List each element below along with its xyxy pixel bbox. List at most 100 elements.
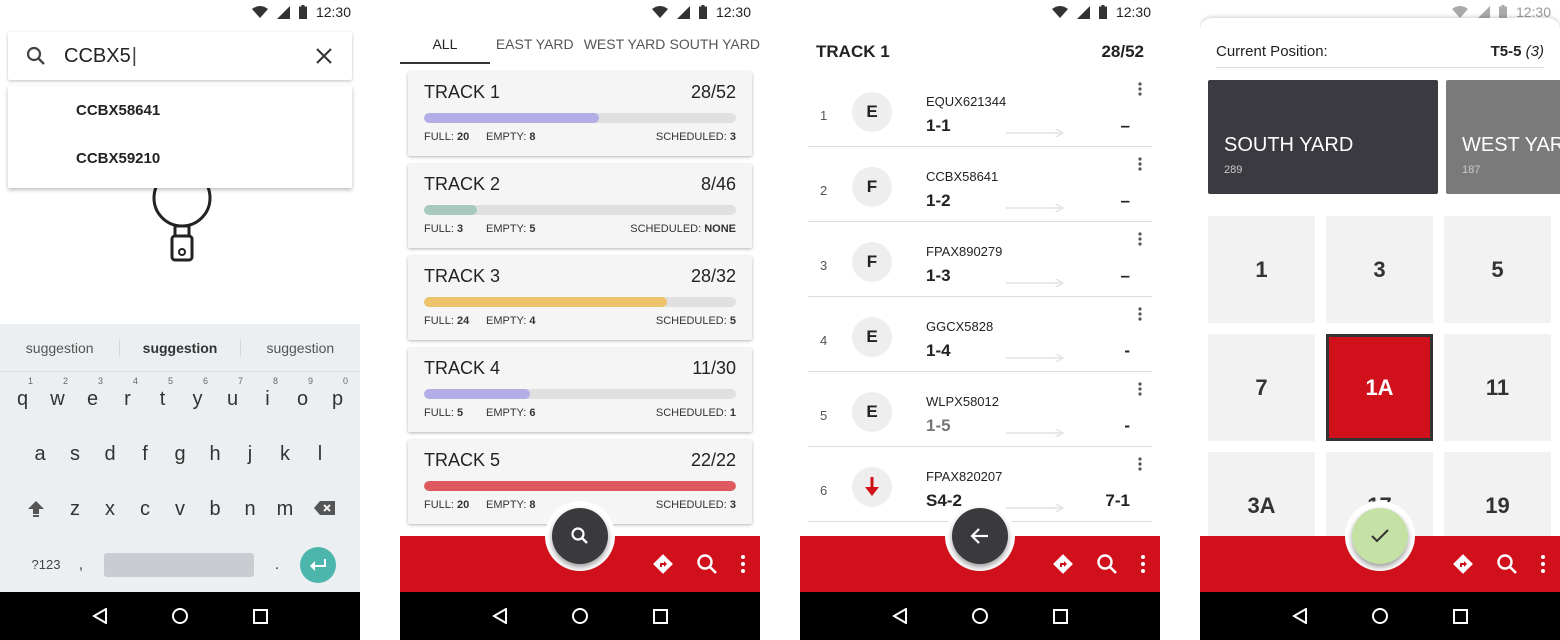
key-r[interactable]: 4r	[110, 376, 145, 411]
home-nav-icon[interactable]	[571, 607, 589, 625]
keyboard-suggestion[interactable]: suggestion	[241, 340, 360, 356]
car-row[interactable]: 5 E WLPX58012 1-5 -	[808, 372, 1152, 447]
capacity-bar	[424, 113, 736, 123]
track-card[interactable]: TRACK 3 28/32 FULL: 24 EMPTY: 4 SCHEDULED: 5	[408, 256, 752, 340]
back-nav-icon[interactable]	[891, 608, 908, 624]
clear-search-button[interactable]	[296, 48, 352, 64]
search-input[interactable]: CCBX5	[64, 45, 296, 68]
more-vert-icon[interactable]	[1140, 554, 1146, 574]
recents-nav-icon[interactable]	[1053, 608, 1069, 624]
confirm-fab[interactable]	[1352, 508, 1408, 564]
key-y[interactable]: 6y	[180, 376, 215, 411]
key-j[interactable]: j	[233, 443, 268, 466]
directions-icon[interactable]	[1052, 553, 1074, 575]
car-row[interactable]: 1 E EQUX621344 1-1 –	[808, 72, 1152, 147]
keyboard-suggestion[interactable]: suggestion	[0, 340, 119, 356]
key-a[interactable]: a	[23, 443, 58, 466]
key-i[interactable]: 8i	[250, 376, 285, 411]
home-nav-icon[interactable]	[1371, 607, 1389, 625]
more-vert-icon[interactable]	[1138, 307, 1142, 326]
tab-south-yard[interactable]: SOUTH YARD	[669, 24, 760, 64]
track-card[interactable]: TRACK 4 11/30 FULL: 5 EMPTY: 6 SCHEDULED: 1	[408, 348, 752, 432]
track-card[interactable]: TRACK 1 28/52 FULL: 20 EMPTY: 8 SCHEDULED: 3	[408, 72, 752, 156]
signal-icon	[1076, 5, 1090, 19]
more-vert-icon[interactable]	[740, 554, 746, 574]
full-stat: FULL: 24	[424, 315, 470, 327]
car-row[interactable]: 3 F FPAX890279 1-3 –	[808, 222, 1152, 297]
recents-nav-icon[interactable]	[653, 608, 669, 624]
more-vert-icon[interactable]	[1540, 554, 1546, 574]
key-s[interactable]: s	[58, 443, 93, 466]
keyboard-suggestion[interactable]: suggestion	[119, 339, 241, 356]
key-h[interactable]: h	[198, 443, 233, 466]
period-key[interactable]: .	[264, 556, 290, 574]
load-type-badge: E	[852, 92, 892, 132]
track-card[interactable]: TRACK 2 8/46 FULL: 3 EMPTY: 5 SCHEDULED: NON…	[408, 164, 752, 248]
key-g[interactable]: g	[163, 443, 198, 466]
enter-key[interactable]	[300, 546, 336, 583]
car-row[interactable]: 2 F CCBX58641 1-2 –	[808, 147, 1152, 222]
key-p[interactable]: 0p	[320, 376, 355, 411]
tab-east-yard[interactable]: EAST YARD	[490, 24, 580, 64]
yard-card-south[interactable]: SOUTH YARD 289	[1208, 80, 1438, 194]
back-nav-icon[interactable]	[491, 608, 508, 624]
key-e[interactable]: 3e	[75, 376, 110, 411]
car-destination: -	[1124, 341, 1130, 360]
position-cell[interactable]: 11	[1444, 334, 1551, 441]
more-vert-icon[interactable]	[1138, 232, 1142, 251]
back-fab[interactable]	[952, 508, 1008, 564]
soft-keyboard: suggestion suggestion suggestion 1q2w3e4…	[0, 324, 360, 592]
car-row[interactable]: 4 E GGCX5828 1-4 -	[808, 297, 1152, 372]
more-vert-icon[interactable]	[1138, 82, 1142, 101]
suggestion-item[interactable]: CCBX58641	[8, 86, 352, 134]
position-cell[interactable]: 7	[1208, 334, 1315, 441]
search-icon[interactable]	[1496, 553, 1518, 575]
key-d[interactable]: d	[93, 443, 128, 466]
key-m[interactable]: m	[268, 498, 303, 521]
key-k[interactable]: k	[268, 443, 303, 466]
space-key[interactable]	[104, 552, 254, 577]
recents-nav-icon[interactable]	[253, 608, 269, 624]
key-q[interactable]: 1q	[5, 376, 40, 411]
recents-nav-icon[interactable]	[1453, 608, 1469, 624]
backspace-key[interactable]	[303, 500, 347, 519]
back-nav-icon[interactable]	[91, 608, 108, 624]
yard-card-west[interactable]: WEST YARD 187	[1446, 80, 1560, 194]
key-n[interactable]: n	[233, 498, 268, 521]
track-count: 28/52	[690, 82, 736, 102]
key-v[interactable]: v	[163, 498, 198, 521]
search-icon[interactable]	[696, 553, 718, 575]
key-z[interactable]: z	[58, 498, 93, 521]
back-nav-icon[interactable]	[1291, 608, 1308, 624]
search-fab[interactable]	[552, 508, 608, 564]
home-nav-icon[interactable]	[171, 607, 189, 625]
shift-key[interactable]	[14, 499, 58, 520]
position-cell[interactable]: 1A	[1326, 334, 1433, 441]
key-u[interactable]: 7u	[215, 376, 250, 411]
more-vert-icon[interactable]	[1138, 382, 1142, 401]
key-c[interactable]: c	[128, 498, 163, 521]
more-vert-icon[interactable]	[1138, 157, 1142, 176]
directions-icon[interactable]	[1452, 553, 1474, 575]
key-o[interactable]: 9o	[285, 376, 320, 411]
key-f[interactable]: f	[128, 443, 163, 466]
position-cell[interactable]: 3	[1326, 216, 1433, 323]
symbols-key[interactable]: ?123	[24, 557, 68, 572]
scheduled-stat: SCHEDULED: 3	[655, 131, 736, 143]
search-icon[interactable]	[1096, 553, 1118, 575]
tab-west-yard[interactable]: WEST YARD	[580, 24, 670, 64]
search-bar[interactable]: CCBX5	[8, 32, 352, 80]
home-nav-icon[interactable]	[971, 607, 989, 625]
key-t[interactable]: 5t	[145, 376, 180, 411]
more-vert-icon[interactable]	[1138, 457, 1142, 476]
comma-key[interactable]: ,	[68, 556, 94, 574]
key-x[interactable]: x	[93, 498, 128, 521]
key-w[interactable]: 2w	[40, 376, 75, 411]
key-l[interactable]: l	[303, 443, 338, 466]
position-cell[interactable]: 1	[1208, 216, 1315, 323]
key-b[interactable]: b	[198, 498, 233, 521]
suggestion-item[interactable]: CCBX59210	[8, 134, 352, 182]
position-cell[interactable]: 5	[1444, 216, 1551, 323]
tab-all[interactable]: ALL	[400, 24, 490, 64]
directions-icon[interactable]	[652, 553, 674, 575]
